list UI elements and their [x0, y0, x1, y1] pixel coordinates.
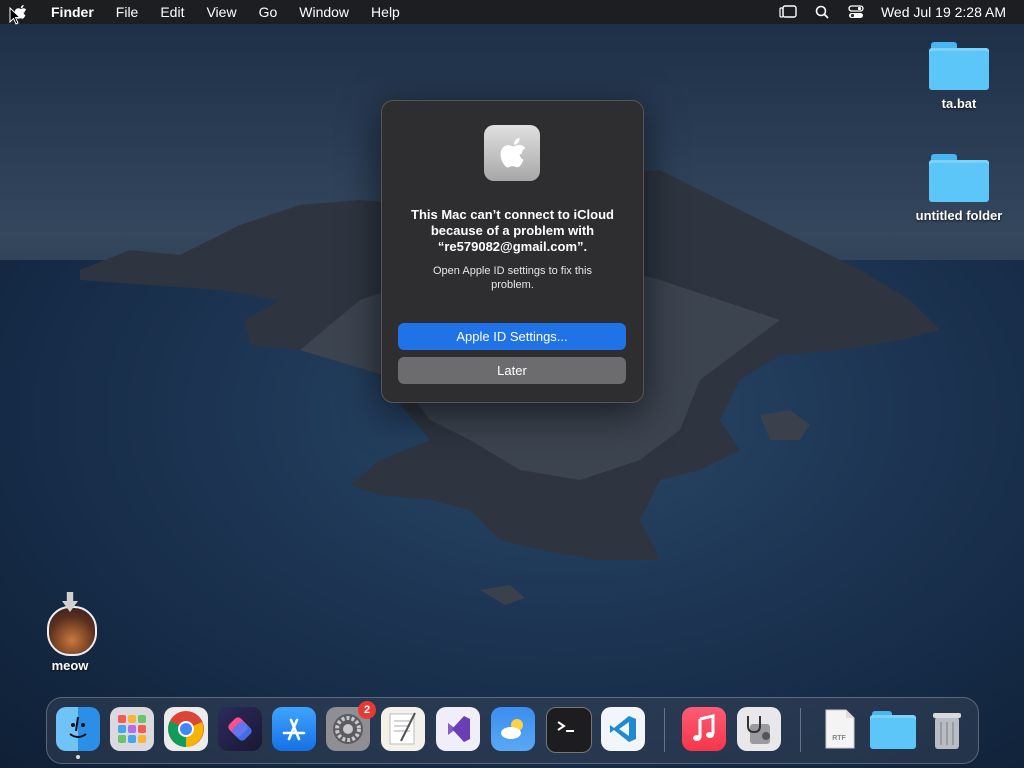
menu-go[interactable]: Go	[248, 0, 289, 24]
desktop-installer[interactable]: meow	[15, 592, 125, 673]
vscode-icon	[610, 716, 636, 742]
desktop-folder-label: untitled folder	[915, 208, 1003, 223]
dock-launchpad[interactable]	[110, 707, 154, 751]
terminal-icon	[557, 721, 574, 732]
dock-shortcuts[interactable]	[218, 707, 262, 751]
apple-id-settings-button[interactable]: Apple ID Settings...	[398, 323, 626, 350]
dock-textedit[interactable]	[381, 707, 425, 751]
trash-icon	[933, 713, 961, 749]
launchpad-icon	[118, 715, 146, 743]
dock-visual-studio[interactable]	[436, 707, 480, 751]
control-center-icon[interactable]	[839, 0, 873, 24]
dock-app-store[interactable]	[272, 707, 316, 751]
desktop-folder[interactable]: untitled folder	[904, 152, 1014, 223]
folder-icon	[929, 152, 989, 202]
shortcuts-icon	[228, 717, 252, 741]
stage-manager-icon[interactable]	[771, 0, 805, 24]
document-icon	[825, 709, 855, 749]
visual-studio-icon	[448, 716, 470, 742]
dock-trash[interactable]	[925, 707, 969, 751]
later-button[interactable]: Later	[398, 357, 626, 384]
dock: 2 RTF	[46, 697, 979, 764]
dialog-title: This Mac can’t connect to iCloud because…	[411, 207, 614, 254]
document-type-label: RTF	[832, 735, 846, 742]
menu-edit[interactable]: Edit	[149, 0, 195, 24]
dock-music[interactable]	[682, 707, 726, 751]
desktop-folder[interactable]: ta.bat	[904, 40, 1014, 111]
dock-separator	[800, 708, 801, 752]
dock-disk-utility[interactable]	[737, 707, 781, 751]
apple-logo-icon	[484, 125, 540, 181]
folder-icon	[870, 709, 916, 749]
desktop-folder-label: ta.bat	[941, 96, 977, 111]
dock-system-settings[interactable]: 2	[326, 701, 376, 751]
mouse-cursor-icon	[9, 7, 21, 25]
dock-weather[interactable]	[491, 707, 535, 751]
music-note-icon	[693, 714, 715, 741]
dock-vscode[interactable]	[601, 707, 645, 751]
menu-clock[interactable]: Wed Jul 19 2:28 AM	[881, 4, 1006, 20]
dock-document[interactable]: RTF	[817, 707, 861, 751]
search-icon[interactable]	[805, 0, 839, 24]
menu-app-name[interactable]: Finder	[40, 0, 105, 24]
weather-icon	[501, 719, 523, 739]
folder-icon	[929, 40, 989, 90]
menu-view[interactable]: View	[195, 0, 247, 24]
notification-badge: 2	[358, 701, 376, 719]
menu-help[interactable]: Help	[360, 0, 411, 24]
dock-terminal[interactable]	[546, 707, 592, 753]
installer-label: meow	[51, 658, 89, 673]
chrome-icon	[168, 711, 204, 747]
dock-finder[interactable]	[56, 707, 100, 759]
app-store-icon	[282, 718, 306, 741]
menu-file[interactable]: File	[105, 0, 150, 24]
installer-icon	[45, 592, 97, 656]
dock-folder[interactable]	[870, 707, 916, 751]
menu-bar: Finder File Edit View Go Window Help Wed…	[0, 0, 1024, 24]
icloud-alert-dialog: This Mac can’t connect to iCloud because…	[381, 100, 644, 403]
dock-separator	[664, 708, 665, 752]
stethoscope-icon	[747, 716, 770, 744]
dock-chrome[interactable]	[164, 707, 208, 751]
menu-window[interactable]: Window	[288, 0, 360, 24]
textedit-icon	[389, 712, 416, 745]
finder-icon	[69, 716, 87, 738]
dialog-message: Open Apple ID settings to fix this probl…	[433, 265, 592, 291]
